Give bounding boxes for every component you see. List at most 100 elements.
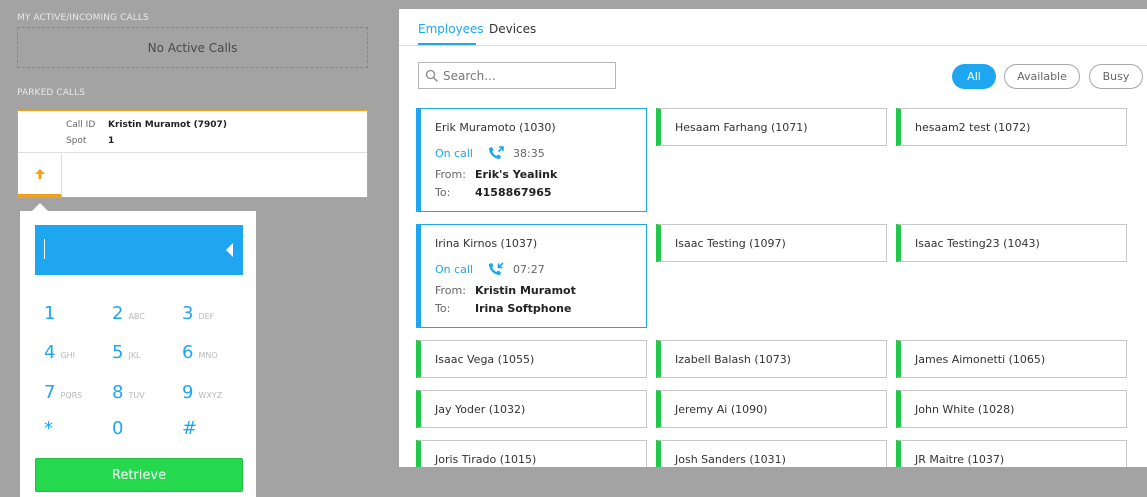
employee-card[interactable]: John White (1028)	[896, 390, 1127, 428]
tab-devices[interactable]: Devices	[489, 22, 536, 36]
search-icon	[425, 69, 438, 82]
dial-key-8[interactable]: 8 TUV	[112, 382, 145, 403]
dial-key-digit: *	[44, 418, 53, 439]
backspace-icon[interactable]	[226, 243, 233, 257]
dial-key-digit: 3	[182, 303, 194, 324]
active-tab-indicator	[418, 43, 476, 45]
from-value: Kristin Muramot	[475, 284, 576, 297]
dial-key-4[interactable]: 4 GHI	[44, 342, 75, 363]
dial-key-9[interactable]: 9 WXYZ	[182, 382, 222, 403]
dial-key-letters: PQRS	[60, 391, 83, 400]
dial-key-digit: 5	[112, 342, 124, 363]
incoming-call-icon	[489, 262, 504, 275]
employee-card[interactable]: Erik Muramoto (1030) On call 38:35 From: Eri…	[416, 108, 647, 212]
directory-panel: Employees Devices All Available Busy Eri…	[399, 9, 1147, 467]
dial-key-0[interactable]: 0	[112, 418, 123, 439]
to-label: To:	[435, 302, 451, 315]
employee-name: Isaac Testing (1097)	[675, 237, 786, 250]
employee-card[interactable]: Hesaam Farhang (1071)	[656, 108, 887, 146]
employee-card[interactable]: Isaac Testing23 (1043)	[896, 224, 1127, 262]
call-duration: 38:35	[513, 146, 545, 160]
search-box[interactable]	[418, 62, 616, 89]
employee-name: hesaam2 test (1072)	[915, 121, 1031, 134]
employee-name: James Aimonetti (1065)	[915, 353, 1046, 366]
dial-key-letters: TUV	[128, 391, 145, 400]
employee-card[interactable]: hesaam2 test (1072)	[896, 108, 1127, 146]
dial-key-digit: 7	[44, 382, 56, 403]
to-value: Irina Softphone	[475, 302, 572, 315]
employee-name: John White (1028)	[915, 403, 1015, 416]
dial-key-digit: 4	[44, 342, 56, 363]
arrow-up-icon	[34, 169, 45, 179]
employee-card[interactable]: Izabell Balash (1073)	[656, 340, 887, 378]
parked-calls-label: PARKED CALLS	[17, 88, 86, 98]
no-active-calls-text: No Active Calls	[147, 40, 238, 55]
dial-key-digit: 9	[182, 382, 194, 403]
dial-key-6[interactable]: 6 MNO	[182, 342, 218, 363]
dial-key-digit: #	[182, 418, 198, 439]
employee-card[interactable]: JR Maitre (1037)	[896, 440, 1127, 467]
employee-name: Irina Kirnos (1037)	[435, 237, 538, 250]
employee-card[interactable]: Josh Sanders (1031)	[656, 440, 887, 467]
employee-name: Isaac Testing23 (1043)	[915, 237, 1040, 250]
search-input[interactable]	[443, 68, 613, 83]
employee-card[interactable]: Joris Tirado (1015)	[416, 440, 647, 467]
employee-name: Josh Sanders (1031)	[675, 453, 786, 466]
parked-call-card[interactable]: Call ID Kristin Muramot (7907) Spot 1	[17, 110, 368, 198]
dial-key-1[interactable]: 1	[44, 303, 55, 324]
dial-key-2[interactable]: 2 ABC	[112, 303, 145, 324]
dial-key-letters: DEF	[198, 312, 215, 321]
unpark-toggle-button[interactable]	[18, 154, 62, 197]
employee-name: Jeremy Ai (1090)	[675, 403, 768, 416]
retrieve-button[interactable]: Retrieve	[35, 458, 243, 492]
spot-value: 1	[108, 136, 115, 146]
spot-label: Spot	[66, 136, 87, 146]
dial-key-letters: ABC	[128, 312, 145, 321]
dial-key-digit: 8	[112, 382, 124, 403]
parked-call-info: Call ID Kristin Muramot (7907) Spot 1	[18, 111, 367, 153]
employee-card[interactable]: Jeremy Ai (1090)	[656, 390, 887, 428]
to-value: 4158867965	[475, 186, 552, 199]
from-label: From:	[435, 168, 466, 181]
employee-card[interactable]: Irina Kirnos (1037) On call 07:27 From: Kris…	[416, 224, 647, 328]
dial-key-digit: 1	[44, 303, 56, 324]
call-status-text: On call	[435, 146, 474, 160]
to-label: To:	[435, 186, 451, 199]
employee-name: Izabell Balash (1073)	[675, 353, 791, 366]
employee-card[interactable]: Isaac Vega (1055)	[416, 340, 647, 378]
dial-key-letters: JKL	[128, 351, 141, 360]
call-id-label: Call ID	[66, 120, 96, 130]
employee-card[interactable]: Isaac Testing (1097)	[656, 224, 887, 262]
filter-available-button[interactable]: Available	[1004, 64, 1080, 89]
dial-key-letters: GHI	[60, 351, 76, 360]
dial-key-star[interactable]: *	[44, 418, 53, 439]
call-status-text: On call	[435, 262, 474, 276]
employee-name: JR Maitre (1037)	[915, 453, 1005, 466]
employee-card[interactable]: Jay Yoder (1032)	[416, 390, 647, 428]
employee-name: Isaac Vega (1055)	[435, 353, 535, 366]
employee-name: Joris Tirado (1015)	[435, 453, 537, 466]
outgoing-call-icon	[489, 146, 504, 159]
call-id-value: Kristin Muramot (7907)	[108, 120, 227, 130]
call-duration: 07:27	[513, 262, 545, 276]
dial-key-digit: 0	[112, 418, 124, 439]
text-cursor	[44, 239, 45, 259]
active-calls-label: MY ACTIVE/INCOMING CALLS	[17, 13, 149, 23]
dial-key-3[interactable]: 3 DEF	[182, 303, 214, 324]
tab-employees[interactable]: Employees	[418, 22, 484, 36]
filter-busy-button[interactable]: Busy	[1089, 64, 1143, 89]
dial-key-5[interactable]: 5 JKL	[112, 342, 141, 363]
employee-name: Hesaam Farhang (1071)	[675, 121, 808, 134]
call-status: On call 38:35	[435, 145, 545, 161]
employee-card[interactable]: James Aimonetti (1065)	[896, 340, 1127, 378]
call-status: On call 07:27	[435, 261, 545, 277]
dial-key-letters: WXYZ	[198, 391, 223, 400]
filter-all-button[interactable]: All	[952, 64, 996, 89]
active-calls-box: No Active Calls	[17, 27, 368, 68]
dialer-panel: 1 2 ABC 3 DEF 4 GHI 5 JKL 6 MNO 7 PQRS 8 TUV 9 WXYZ * 0 # R…	[20, 211, 256, 497]
dial-number-input[interactable]	[35, 225, 243, 275]
dial-key-hash[interactable]: #	[182, 418, 197, 439]
employee-name: Erik Muramoto (1030)	[435, 121, 556, 134]
dial-key-7[interactable]: 7 PQRS	[44, 382, 82, 403]
tab-bar: Employees Devices	[399, 9, 1147, 46]
